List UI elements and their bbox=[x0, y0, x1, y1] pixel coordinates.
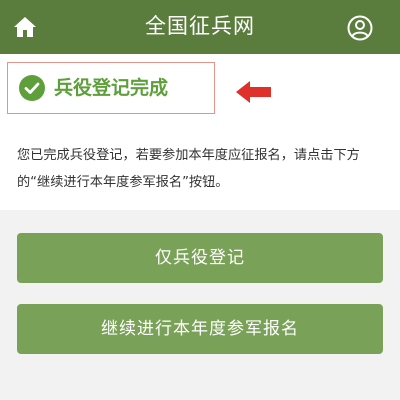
page-title: 全国征兵网 bbox=[145, 14, 255, 38]
status-text: 兵役登记完成 bbox=[54, 77, 169, 99]
app-header: 全国征兵网 bbox=[0, 0, 400, 54]
user-icon[interactable] bbox=[347, 15, 373, 41]
left-arrow-icon bbox=[236, 81, 271, 103]
status-highlight-box: 兵役登记完成 bbox=[7, 62, 215, 114]
registration-card: 兵役登记完成 您已完成兵役登记，若要参加本年度应征报名，请点击下方的“继续进行本… bbox=[0, 54, 400, 210]
register-only-button[interactable]: 仅兵役登记 bbox=[17, 233, 383, 283]
check-circle-icon bbox=[19, 75, 45, 101]
continue-enlist-button[interactable]: 继续进行本年度参军报名 bbox=[17, 304, 383, 354]
instruction-text: 您已完成兵役登记，若要参加本年度应征报名，请点击下方的“继续进行本年度参军报名”… bbox=[17, 148, 360, 190]
